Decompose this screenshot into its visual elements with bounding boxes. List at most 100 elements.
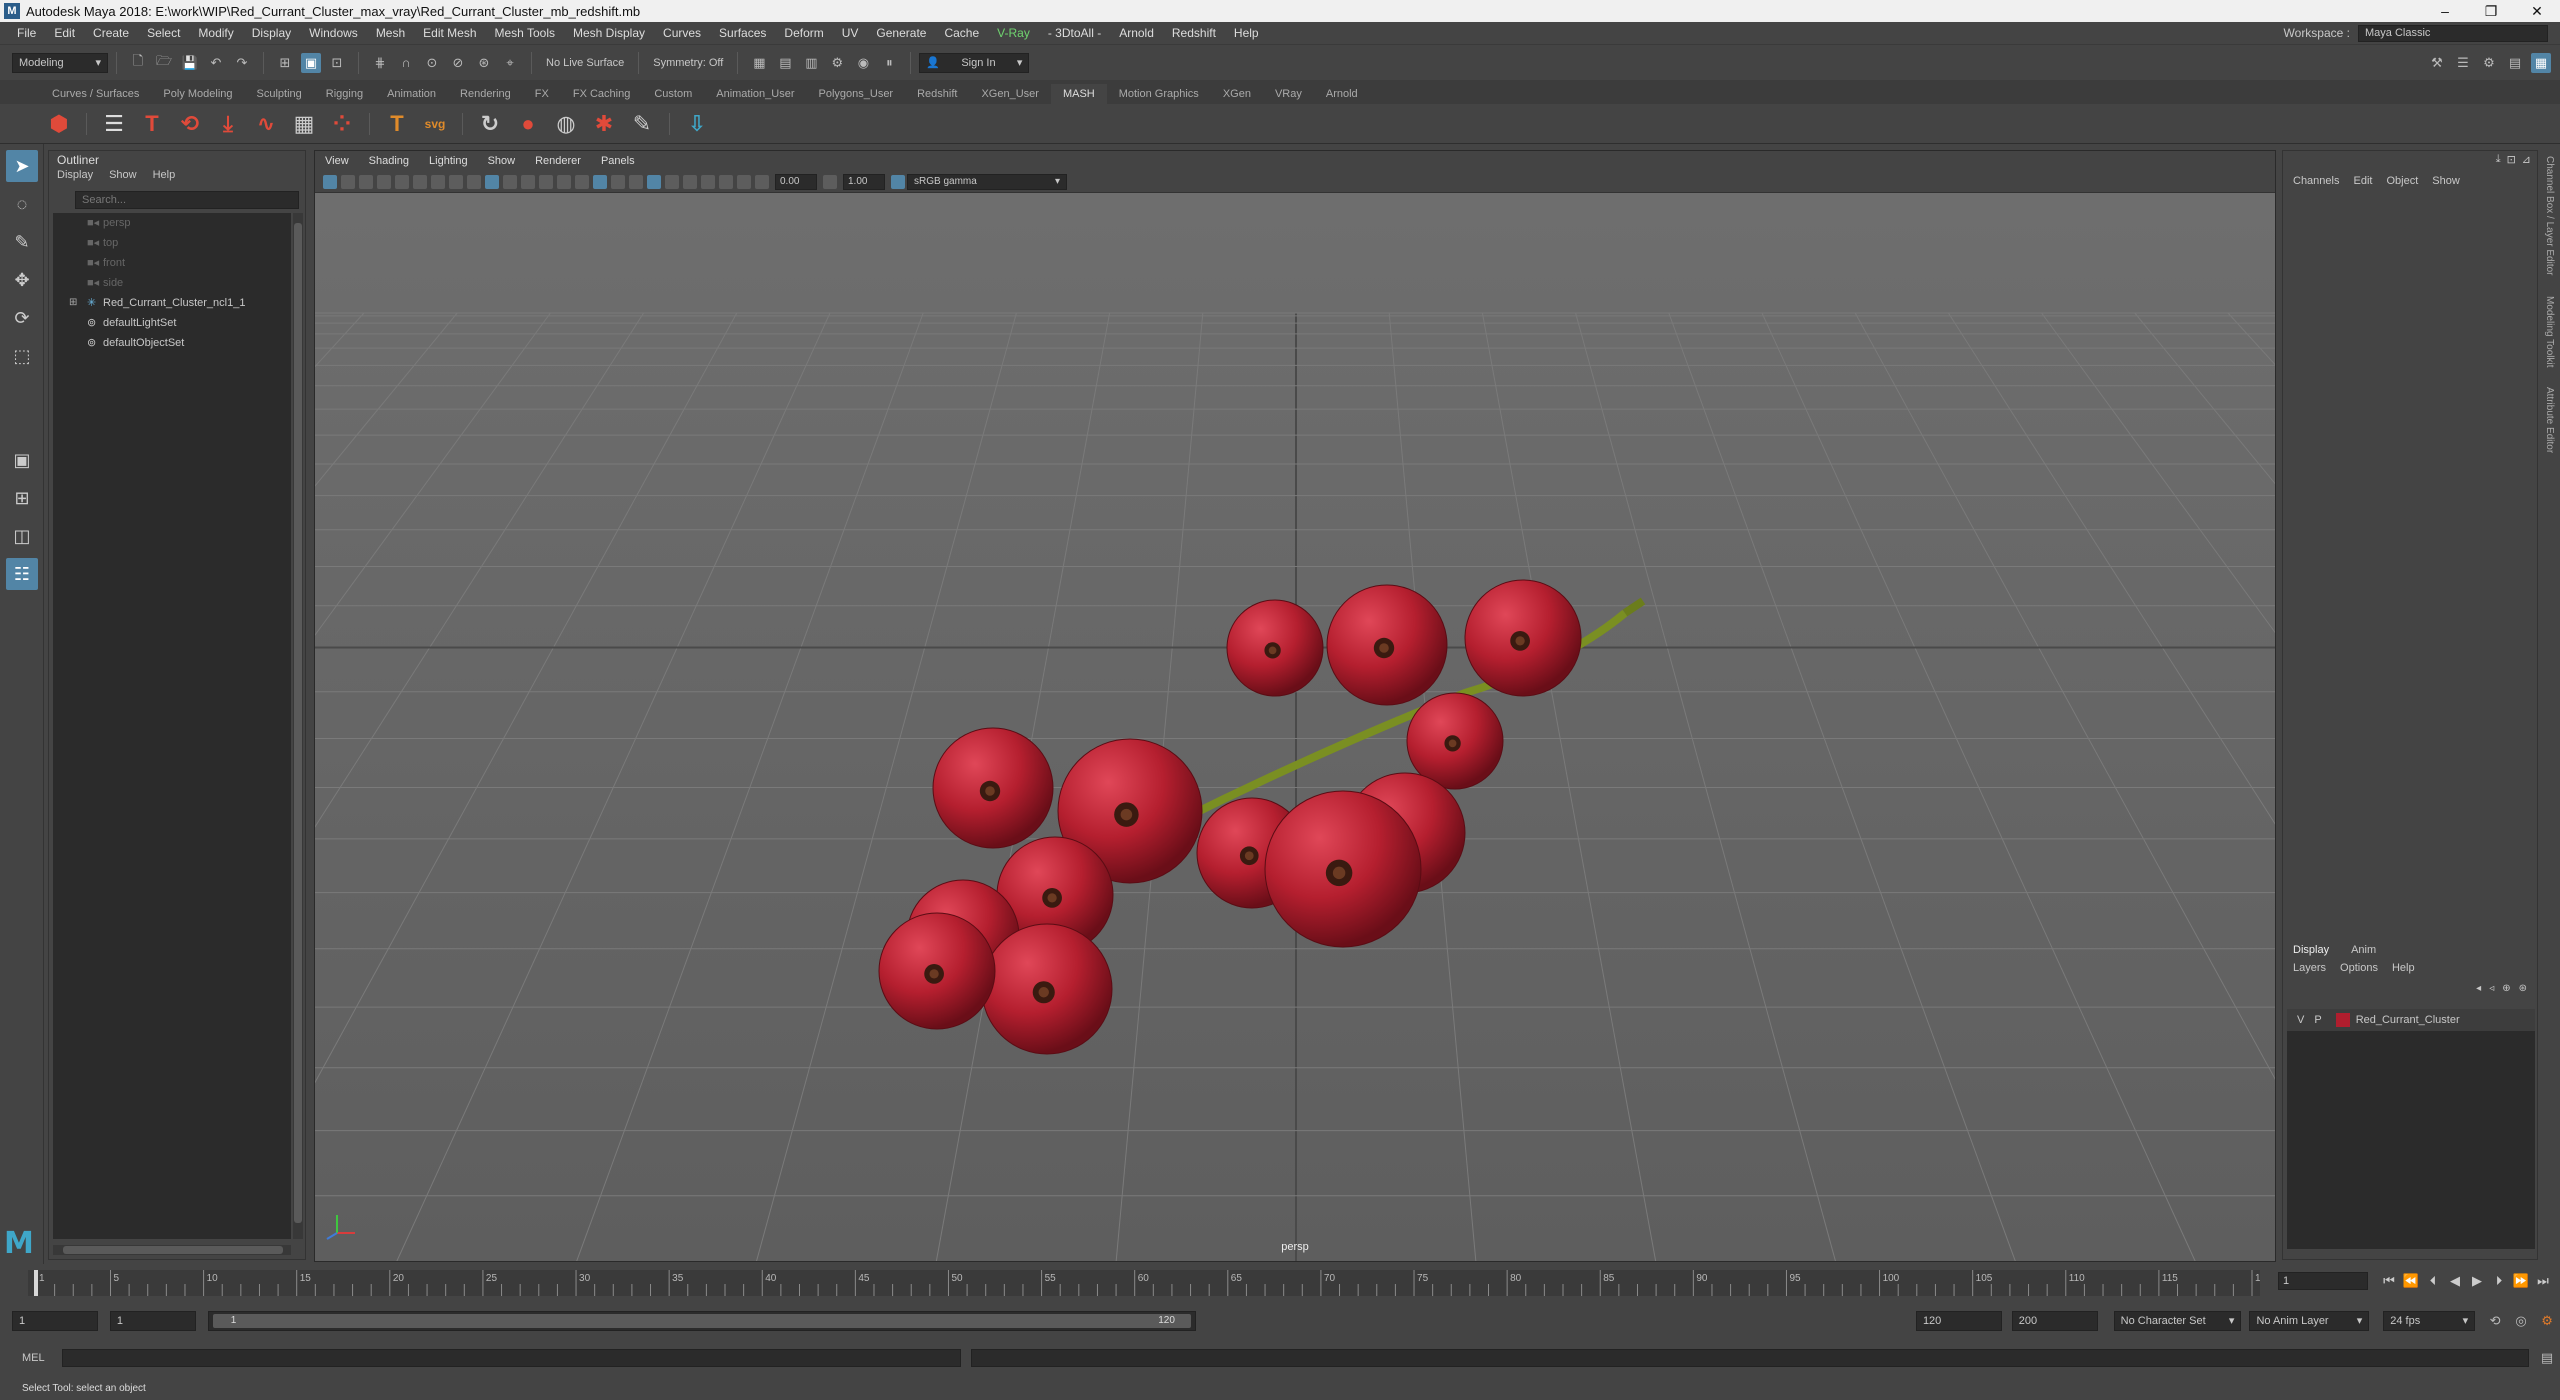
select-object-icon[interactable]: ▣ — [301, 52, 321, 73]
animation-start-field[interactable]: 1 — [12, 1311, 98, 1331]
outliner-item-red-currant-cluster[interactable]: ⊞ ✳ Red_Currant_Cluster_ncl1_1 — [53, 293, 291, 313]
live-surface-label[interactable]: No Live Surface — [546, 57, 624, 69]
shelf-tab-rigging[interactable]: Rigging — [314, 84, 375, 104]
outliner-toggle-icon[interactable]: ▤ — [2505, 53, 2525, 73]
shelf-tab-arnold[interactable]: Arnold — [1314, 84, 1370, 104]
step-forward-frame-icon[interactable]: ⏵ — [2488, 1273, 2510, 1289]
anim-layer-dropdown[interactable]: No Anim Layer ▾ — [2249, 1311, 2370, 1331]
render-frame-icon[interactable]: ▤ — [775, 53, 795, 73]
shelf-tab-redshift[interactable]: Redshift — [905, 84, 969, 104]
exposure-icon[interactable] — [755, 174, 769, 189]
menu-windows[interactable]: Windows — [300, 26, 367, 40]
layer-playback-toggle[interactable]: P — [2314, 1014, 2321, 1026]
menu-set-dropdown[interactable]: Modeling ▾ — [12, 52, 108, 73]
outliner-menu-help[interactable]: Help — [153, 169, 176, 187]
pin-icon[interactable]: ⊿ — [2522, 153, 2531, 166]
menu-3dtoall[interactable]: - 3DtoAll - — [1039, 26, 1110, 40]
viewport-menu-view[interactable]: View — [325, 155, 349, 167]
layer-color-swatch[interactable] — [2335, 1013, 2350, 1027]
tool-settings-icon[interactable]: ⚙ — [2479, 53, 2499, 73]
isolate-select-icon[interactable] — [647, 174, 661, 189]
shadows-icon[interactable] — [629, 174, 643, 189]
export-icon[interactable]: ⇩ — [682, 109, 712, 139]
viewport-menu-lighting[interactable]: Lighting — [429, 155, 468, 167]
outliner-item-top[interactable]: ■◂ top — [53, 233, 291, 253]
open-scene-icon[interactable]: 🗁 — [154, 53, 174, 73]
expand-icon[interactable]: ⊞ — [69, 293, 77, 313]
move-layer-up-icon[interactable]: ◂ — [2476, 983, 2481, 994]
shelf-tab-animation-user[interactable]: Animation_User — [704, 84, 806, 104]
minimize-button[interactable]: – — [2422, 3, 2468, 20]
sphere-icon[interactable]: ● — [513, 109, 543, 139]
shelf-tab-mash[interactable]: MASH — [1050, 84, 1107, 104]
menu-curves[interactable]: Curves — [654, 26, 710, 40]
mash-text-icon[interactable]: T — [137, 109, 167, 139]
save-scene-icon[interactable]: 💾 — [180, 53, 200, 73]
xray-joints-icon[interactable] — [737, 174, 751, 189]
range-slider-handle[interactable]: 1 120 — [212, 1314, 1191, 1328]
grid-icon[interactable] — [485, 174, 499, 189]
time-ruler[interactable]: 1 5 10 15 20 25 30 35 40 45 50 55 60 65 70 75 80 85 90 95 10… — [28, 1270, 2260, 1296]
two-pane-layout-icon[interactable]: ◫ — [6, 520, 38, 552]
field-chart-icon[interactable] — [449, 174, 463, 189]
mash-drop-icon[interactable]: ⤓ — [213, 109, 243, 139]
menu-redshift[interactable]: Redshift — [1163, 26, 1225, 40]
menu-mesh[interactable]: Mesh — [367, 26, 414, 40]
playback-start-field[interactable]: 1 — [109, 1311, 196, 1331]
modeling-toolkit-icon[interactable]: ⚒ — [2427, 53, 2447, 73]
textured-icon[interactable] — [593, 174, 607, 189]
tab-anim[interactable]: Anim — [2351, 941, 2376, 959]
move-layer-down-icon[interactable]: ◃ — [2489, 983, 2494, 994]
select-camera-icon[interactable] — [323, 174, 337, 189]
shelf-tab-custom[interactable]: Custom — [642, 84, 704, 104]
menu-create[interactable]: Create — [84, 26, 138, 40]
command-input[interactable] — [61, 1349, 961, 1367]
outliner-menu-show[interactable]: Show — [109, 169, 137, 187]
outliner-item-persp[interactable]: ■◂ persp — [53, 213, 291, 233]
close-button[interactable]: ✕ — [2514, 3, 2560, 20]
scrollbar-thumb[interactable] — [63, 1246, 283, 1254]
scale-tool-icon[interactable]: ⬚ — [6, 340, 38, 372]
refresh-icon[interactable]: ↻ — [475, 109, 505, 139]
shelf-tab-fx[interactable]: FX — [523, 84, 561, 104]
gate-mask-icon[interactable] — [431, 174, 445, 189]
pause-icon[interactable]: ⏸ — [879, 53, 899, 73]
viewport-menu-show[interactable]: Show — [488, 155, 516, 167]
mash-curve-icon[interactable]: ⟲ — [175, 109, 205, 139]
viewport-menu-panels[interactable]: Panels — [601, 155, 635, 167]
step-back-key-icon[interactable]: ⏪ — [2400, 1273, 2422, 1289]
go-to-start-icon[interactable]: ⏮ — [2378, 1273, 2400, 1289]
xray-icon[interactable] — [575, 174, 589, 189]
safe-action-icon[interactable] — [467, 174, 481, 189]
shelf-tab-polygons-user[interactable]: Polygons_User — [807, 84, 906, 104]
step-back-frame-icon[interactable]: ⏴ — [2422, 1273, 2444, 1289]
shelf-tab-vray[interactable]: VRay — [1263, 84, 1314, 104]
render-settings-icon[interactable]: ⚙ — [827, 53, 847, 73]
undo-icon[interactable]: ↶ — [206, 53, 226, 73]
bullet-icon[interactable]: ◍ — [551, 109, 581, 139]
mash-points-icon[interactable]: ⁘ — [327, 109, 357, 139]
scene-canvas[interactable] — [315, 193, 2276, 1262]
preferences-icon[interactable]: ⚙ — [2537, 1311, 2557, 1331]
auto-key-icon[interactable]: ◎ — [2511, 1311, 2531, 1331]
snap-surface-icon[interactable]: ⊛ — [474, 53, 494, 73]
workspace-dropdown[interactable]: Maya Classic — [2358, 24, 2548, 42]
viewport-panel[interactable]: View Shading Lighting Show Renderer Pane… — [314, 150, 2276, 1262]
play-backwards-icon[interactable]: ◀ — [2444, 1273, 2466, 1289]
outliner-item-side[interactable]: ■◂ side — [53, 273, 291, 293]
shelf-tab-fx-caching[interactable]: FX Caching — [561, 84, 642, 104]
command-language-label[interactable]: MEL — [22, 1352, 62, 1364]
new-layer-icon[interactable]: ⊕ — [2502, 983, 2510, 994]
color-management-icon[interactable] — [891, 174, 905, 189]
step-forward-key-icon[interactable]: ⏩ — [2510, 1273, 2532, 1289]
shelf-tab-motion-graphics[interactable]: Motion Graphics — [1107, 84, 1211, 104]
tab-display[interactable]: Display — [2293, 941, 2329, 959]
default-material-icon[interactable] — [539, 174, 553, 189]
side-tab-channel-box[interactable]: Channel Box / Layer Editor — [2544, 156, 2555, 276]
resolution-gate-icon[interactable] — [413, 174, 427, 189]
select-component-icon[interactable]: ⊡ — [327, 53, 347, 73]
sign-in-button[interactable]: 👤 Sign In ▾ — [919, 52, 1030, 73]
layer-menu-options[interactable]: Options — [2340, 959, 2378, 977]
channel-box-menu-channels[interactable]: Channels — [2293, 175, 2339, 187]
script-editor-icon[interactable]: ▤ — [2537, 1348, 2557, 1368]
